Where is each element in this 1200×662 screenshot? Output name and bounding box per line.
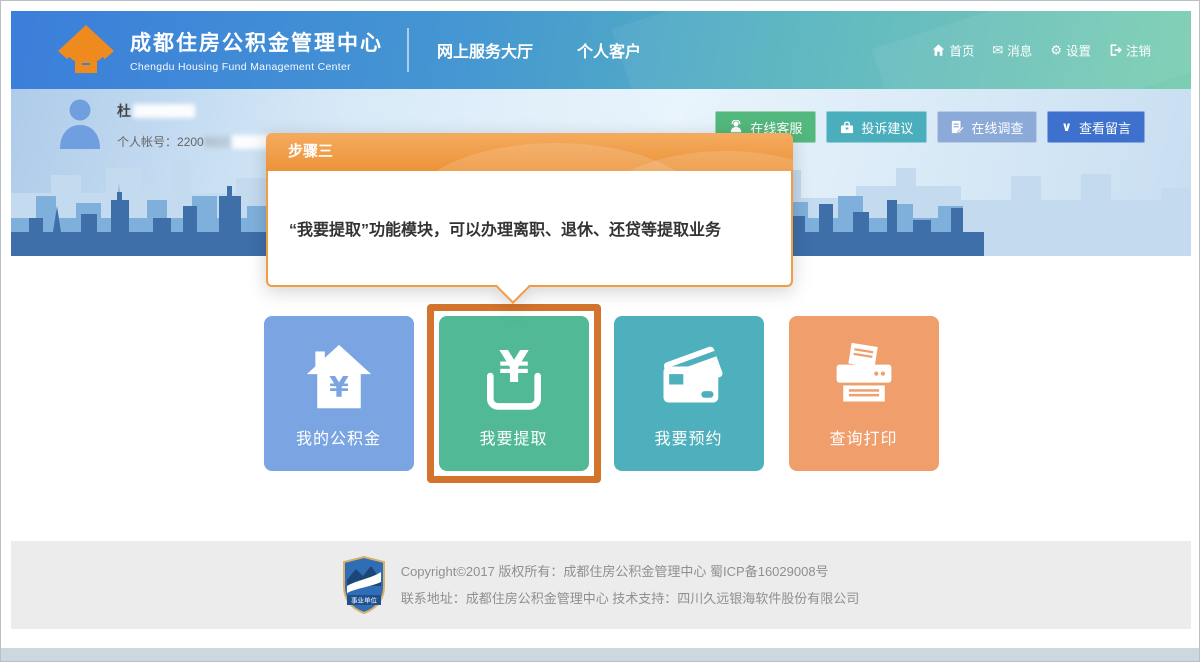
tile-my-fund[interactable]: ¥ 我的公积金 xyxy=(264,316,414,471)
mail-icon: ✉ xyxy=(992,44,1003,57)
bank-cards-icon xyxy=(614,342,764,415)
nav-item-personal-customer[interactable]: 个人客户 xyxy=(577,38,641,62)
user-info: 杜 个人帐号： 2200 5021 xyxy=(57,97,280,150)
nav-item-service-hall[interactable]: 网上服务大厅 xyxy=(437,38,533,62)
tile-label: 我要提取 xyxy=(439,425,589,449)
tooltip-body: “我要提取”功能模块，可以办理离职、退休、还贷等提取业务 xyxy=(266,171,793,287)
user-account: 个人帐号： 2200 5021 xyxy=(117,133,280,150)
site-title: 成都住房公积金管理中心 xyxy=(130,27,383,57)
site-logo-house-icon xyxy=(56,23,116,77)
page: 成都住房公积金管理中心 Chengdu Housing Fund Managem… xyxy=(0,0,1200,662)
tile-label: 查询打印 xyxy=(789,425,939,449)
site-title-block: 成都住房公积金管理中心 Chengdu Housing Fund Managem… xyxy=(130,27,383,73)
tutorial-highlight-border: ¥ 我要提取 xyxy=(427,304,601,483)
suggestion-box-icon xyxy=(840,121,854,134)
tile-withdraw[interactable]: ¥ 我要提取 xyxy=(439,316,589,471)
menu-item-logout[interactable]: 注销 xyxy=(1109,41,1151,60)
view-messages-button[interactable]: ∨ 查看留言 xyxy=(1047,111,1145,143)
menu-item-home[interactable]: 首页 xyxy=(932,41,974,60)
withdraw-yuan-icon: ¥ xyxy=(439,342,589,419)
tile-label: 我的公积金 xyxy=(264,425,414,449)
account-label: 个人帐号： xyxy=(117,133,177,150)
menu-item-messages[interactable]: ✉ 消息 xyxy=(992,41,1032,60)
top-header: 成都住房公积金管理中心 Chengdu Housing Fund Managem… xyxy=(11,11,1191,89)
tile-label: 我要预约 xyxy=(614,425,764,449)
view-messages-label: 查看留言 xyxy=(1079,118,1131,137)
main-content: ¥ 我的公积金 ¥ 我要提取 xyxy=(11,256,1191,541)
logout-icon xyxy=(1109,44,1122,57)
tooltip-text: “我要提取”功能模块，可以办理离职、退休、还贷等提取业务 xyxy=(289,216,721,240)
complaints-suggestions-label: 投诉建议 xyxy=(861,118,913,137)
menu-label-logout: 注销 xyxy=(1126,41,1151,60)
menu-item-settings[interactable]: ⚙ 设置 xyxy=(1050,41,1091,60)
tile-query-print[interactable]: 查询打印 xyxy=(789,316,939,471)
house-yuan-icon: ¥ xyxy=(264,342,414,417)
gear-icon: ⚙ xyxy=(1050,44,1062,57)
privacy-blur xyxy=(133,104,195,118)
tooltip-header: 步骤三 xyxy=(266,133,793,171)
online-survey-button[interactable]: 在线调查 xyxy=(937,111,1037,143)
user-avatar-icon xyxy=(57,97,103,149)
copyright-line: Copyright©2017 版权所有：成都住房公积金管理中心 蜀ICP备160… xyxy=(401,558,860,585)
nav-divider xyxy=(407,28,409,72)
chevron-down-icon: ∨ xyxy=(1061,119,1072,135)
account-digits-blurred: 5021 xyxy=(204,135,231,149)
bottom-strip xyxy=(1,648,1199,661)
menu-label-messages: 消息 xyxy=(1007,41,1032,60)
svg-text:¥: ¥ xyxy=(498,343,528,393)
page-footer: 事业单位 Copyright©2017 版权所有：成都住房公积金管理中心 蜀IC… xyxy=(11,541,1191,629)
menu-label-home: 首页 xyxy=(949,41,974,60)
tile-row: ¥ 我的公积金 ¥ 我要提取 xyxy=(11,256,1191,471)
user-name-visible: 杜 xyxy=(117,101,131,121)
svg-text:¥: ¥ xyxy=(329,371,349,404)
tooltip-step-title: 步骤三 xyxy=(288,143,333,160)
survey-doc-icon xyxy=(951,120,964,134)
user-name: 杜 xyxy=(117,101,280,121)
complaints-suggestions-button[interactable]: 投诉建议 xyxy=(826,111,927,143)
svg-text:事业单位: 事业单位 xyxy=(351,596,378,605)
home-icon xyxy=(932,44,945,57)
site-subtitle: Chengdu Housing Fund Management Center xyxy=(130,61,383,73)
tile-appointment[interactable]: 我要预约 xyxy=(614,316,764,471)
footer-text-block: Copyright©2017 版权所有：成都住房公积金管理中心 蜀ICP备160… xyxy=(401,558,860,612)
tutorial-tooltip: 步骤三 “我要提取”功能模块，可以办理离职、退休、还贷等提取业务 xyxy=(266,133,793,287)
account-digits: 2200 xyxy=(177,135,204,149)
user-texts: 杜 个人帐号： 2200 5021 xyxy=(117,97,280,150)
contact-line: 联系地址：成都住房公积金管理中心 技术支持：四川久远银海软件股份有限公司 xyxy=(401,585,860,612)
public-institution-badge-icon[interactable]: 事业单位 xyxy=(343,556,385,614)
online-survey-label: 在线调查 xyxy=(971,118,1023,137)
customer-service-icon xyxy=(729,120,743,134)
top-menu: 首页 ✉ 消息 ⚙ 设置 注销 xyxy=(932,41,1151,60)
menu-label-settings: 设置 xyxy=(1066,41,1091,60)
printer-icon xyxy=(789,342,939,415)
